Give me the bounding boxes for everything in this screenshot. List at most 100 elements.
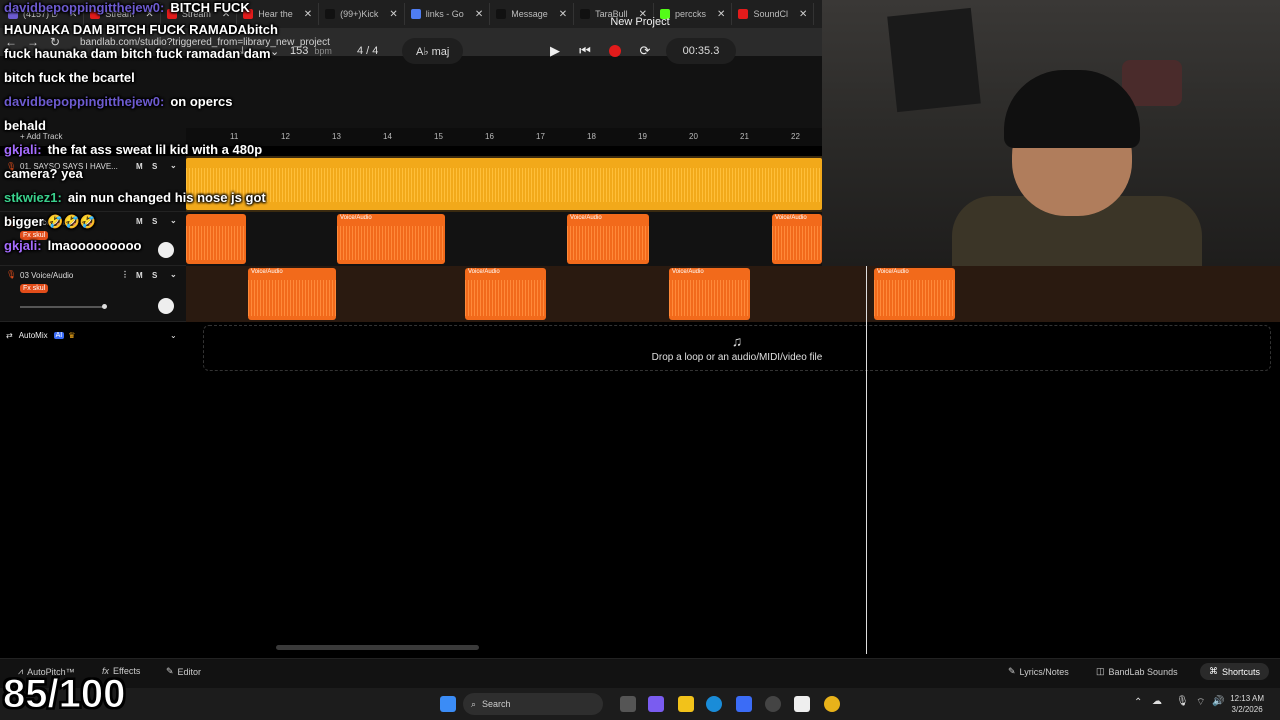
chat-text: HAUNAKA DAM BITCH FUCK RAMADAbitch — [4, 22, 278, 37]
lyrics-notes-button[interactable]: ✎ Lyrics/Notes — [1008, 666, 1069, 677]
audio-clip[interactable]: Voice/Audio — [772, 214, 822, 264]
audio-clip[interactable]: Voice/Audio — [248, 268, 336, 320]
tiktok-icon[interactable] — [794, 696, 810, 712]
store-icon[interactable] — [736, 696, 752, 712]
volume-slider[interactable] — [20, 306, 106, 308]
track-header-3[interactable]: 🎙 03 Voice/Audio ⋮ M S ⌄ Fx skul — [0, 266, 186, 322]
clock-date: 3/2/2026 — [1231, 705, 1263, 714]
clip-title: Voice/Audio — [468, 269, 500, 275]
windows-start-icon[interactable] — [440, 696, 456, 712]
key-selector[interactable]: A♭ maj — [402, 38, 464, 64]
drop-zone[interactable]: ♫ Drop a loop or an audio/MIDI/video fil… — [203, 325, 1271, 371]
track-name[interactable]: 03 Voice/Audio — [20, 271, 73, 280]
mute-button[interactable]: M — [136, 162, 143, 171]
audio-clip[interactable]: Voice/Audio — [669, 268, 750, 320]
chat-username: gkjali: — [4, 238, 42, 253]
waveform — [772, 226, 822, 260]
chat-message: bitch fuck the bcartel — [4, 70, 135, 85]
pen-icon: ✎ — [1008, 666, 1016, 676]
horizontal-scrollbar[interactable] — [276, 645, 479, 650]
chevron-down-icon[interactable]: ⌄ — [170, 270, 177, 279]
wifi-icon[interactable]: ⌔ — [1196, 696, 1205, 709]
chat-text: bitch fuck the bcartel — [4, 70, 135, 85]
chrome-icon[interactable] — [824, 696, 840, 712]
waveform — [874, 280, 955, 316]
chat-username: gkjali: — [4, 142, 42, 157]
chat-username: davidbepoppingitthejew0: — [4, 0, 165, 15]
volume-slider-handle[interactable] — [102, 304, 107, 309]
cloud-icon[interactable]: ☁ — [1152, 696, 1162, 707]
audio-clip[interactable] — [186, 214, 246, 264]
solo-button[interactable]: S — [152, 271, 157, 280]
effects-badge[interactable]: Fx skul — [20, 284, 49, 293]
audio-clip[interactable]: Voice/Audio — [337, 214, 445, 264]
ai-badge: AI — [53, 331, 65, 339]
crown-icon: ♛ — [68, 330, 76, 340]
edge-icon[interactable] — [706, 696, 722, 712]
editor-button[interactable]: ✎ Editor — [166, 666, 201, 677]
app-icon[interactable] — [765, 696, 781, 712]
track-lane-3[interactable]: Voice/Audio Voice/Audio Voice/Audio Voic… — [186, 266, 1280, 322]
sounds-icon: ◫ — [1096, 666, 1105, 676]
playhead[interactable] — [866, 258, 867, 654]
audio-clip[interactable]: Voice/Audio — [465, 268, 546, 320]
copilot-icon[interactable] — [648, 696, 664, 712]
taskbar-clock[interactable]: 12:13 AM 3/2/2026 — [1230, 693, 1264, 715]
automix-row[interactable]: ⇄ AutoMix AI ♛ ⌄ — [0, 322, 186, 348]
shortcuts-button[interactable]: ⌘ Shortcuts — [1200, 663, 1270, 680]
chat-message: gkjali: the fat ass sweat lil kid with a … — [4, 142, 262, 157]
add-track-button[interactable]: + Add Track — [20, 132, 62, 141]
mute-button[interactable]: M — [136, 217, 143, 226]
mic-icon[interactable]: 🎙 — [1176, 696, 1189, 707]
chevron-down-icon[interactable]: ⌄ — [170, 331, 177, 340]
mic-icon: 🎙 — [6, 270, 17, 279]
mute-button[interactable]: M — [136, 271, 143, 280]
chevron-down-icon[interactable]: ⌄ — [170, 216, 177, 225]
chevron-up-icon[interactable]: ⌃ — [1134, 697, 1142, 708]
timeline-ruler[interactable]: 11 12 13 14 15 16 17 18 19 20 21 22 — [186, 128, 822, 146]
file-explorer-icon[interactable] — [678, 696, 694, 712]
audio-clip[interactable]: Voice/Audio — [567, 214, 649, 264]
ruler-bar-number: 22 — [791, 132, 800, 141]
record-button[interactable] — [602, 38, 628, 64]
music-note-icon: ♫ — [731, 333, 743, 349]
drop-zone-label: Drop a loop or an audio/MIDI/video file — [651, 352, 823, 363]
audio-clip[interactable] — [186, 158, 822, 210]
ruler-bar-number: 16 — [485, 132, 494, 141]
waveform — [465, 280, 546, 316]
track-lane-2[interactable]: Voice/Audio Voice/Audio Voice/Audio — [186, 212, 822, 266]
chat-message: camera? yea — [4, 166, 83, 181]
waveform — [337, 226, 445, 260]
chat-text: the fat ass sweat lil kid with a 480p — [47, 142, 263, 157]
track-lane-1[interactable] — [186, 156, 822, 212]
loop-button[interactable]: ⟳ — [632, 38, 658, 64]
pencil-icon: ✎ — [166, 666, 174, 676]
task-view-icon[interactable] — [620, 696, 636, 712]
audio-clip[interactable]: Voice/Audio — [874, 268, 955, 320]
clip-title: Voice/Audio — [251, 269, 283, 275]
solo-button[interactable]: S — [152, 162, 157, 171]
clock-time: 12:13 AM — [1230, 694, 1264, 703]
taskbar-search[interactable]: ⌕ Search — [463, 693, 603, 715]
windows-taskbar: ⌕ Search ⌃ ☁ 🎙 ⌔ 🔊 12:13 AM 3/2/2026 — [0, 688, 1280, 720]
waveform — [186, 168, 822, 202]
solo-button[interactable]: S — [152, 217, 157, 226]
streamer-beanie — [1004, 70, 1140, 148]
pan-knob[interactable] — [158, 242, 174, 258]
play-button[interactable]: ▶ — [542, 38, 568, 64]
volume-icon[interactable]: 🔊 — [1212, 696, 1224, 707]
tempo-control[interactable]: 153 bpm — [290, 38, 332, 64]
pan-knob[interactable] — [158, 298, 174, 314]
search-icon: ⌕ — [471, 698, 477, 709]
score-overlay: 85/100 — [2, 672, 126, 717]
ruler-bar-number: 12 — [281, 132, 290, 141]
chat-message: HAUNAKA DAM BITCH FUCK RAMADAbitch — [4, 22, 278, 37]
bandlab-sounds-button[interactable]: ◫ BandLab Sounds — [1096, 666, 1178, 677]
chevron-down-icon[interactable]: ⌄ — [270, 38, 279, 64]
ruler-bar-number: 18 — [587, 132, 596, 141]
time-signature[interactable]: 4 / 4 — [357, 38, 378, 64]
automix-label: AutoMix — [18, 330, 48, 340]
chevron-down-icon[interactable]: ⌄ — [170, 161, 177, 170]
rewind-button[interactable]: ⏮ — [572, 38, 598, 64]
track-menu-icon[interactable]: ⋮ — [121, 270, 129, 279]
